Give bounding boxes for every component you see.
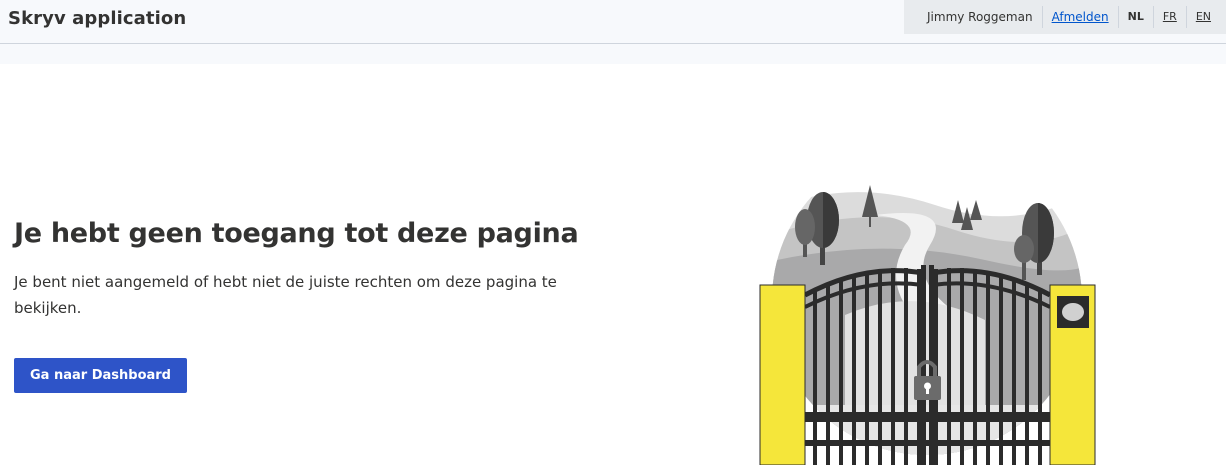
- user-nav: Jimmy Roggeman Afmelden NL FR EN: [904, 0, 1226, 34]
- logout-link[interactable]: Afmelden: [1043, 6, 1119, 28]
- access-denied-message: Je bent niet aangemeld of hebt niet de j…: [14, 273, 557, 317]
- app-title: Skryv application: [8, 8, 187, 29]
- left-pillar: [759, 284, 806, 466]
- language-nl[interactable]: NL: [1119, 6, 1154, 28]
- language-en[interactable]: EN: [1187, 6, 1220, 28]
- language-fr[interactable]: FR: [1154, 6, 1187, 28]
- main-content: Je hebt geen toegang tot deze pagina Je …: [14, 218, 614, 393]
- user-name: Jimmy Roggeman: [918, 6, 1043, 28]
- page-title: Je hebt geen toegang tot deze pagina: [14, 218, 579, 249]
- gate-drawing: [759, 145, 1096, 466]
- right-pillar: [1049, 284, 1096, 466]
- top-bar: Skryv application Jimmy Roggeman Afmelde…: [0, 0, 1226, 44]
- locked-gate-illustration: [755, 145, 1100, 466]
- dashboard-button[interactable]: Ga naar Dashboard: [14, 358, 187, 393]
- header-band: [0, 44, 1226, 64]
